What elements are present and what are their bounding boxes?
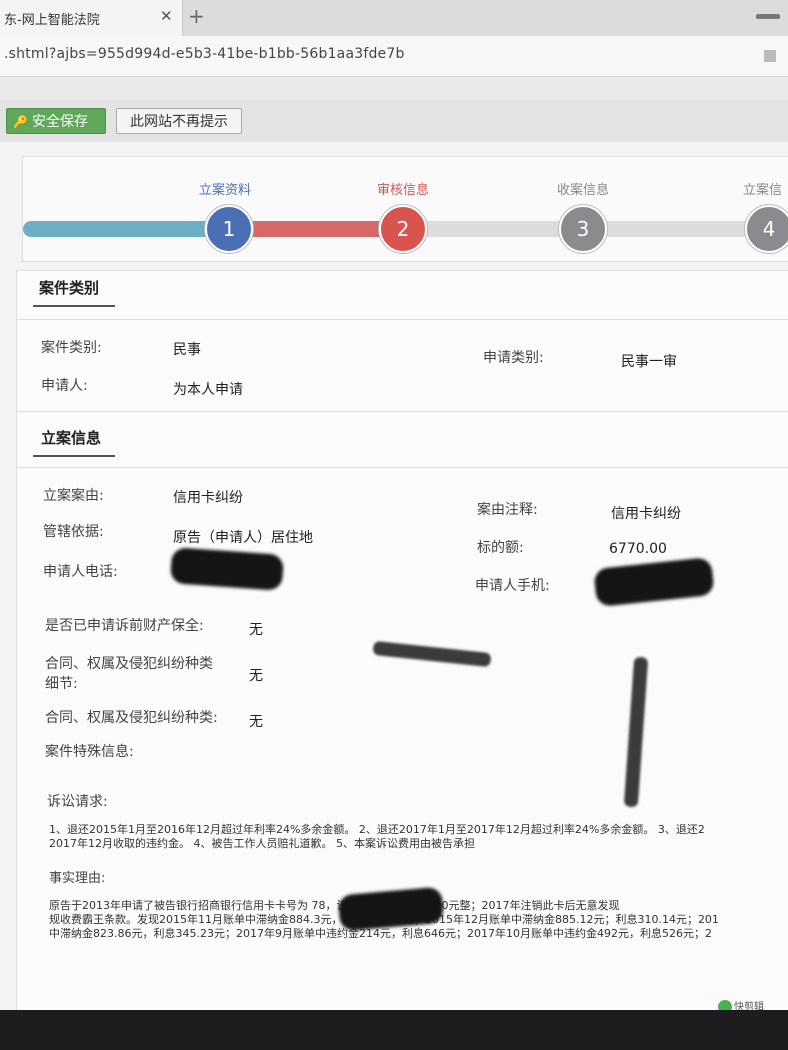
safe-save-button[interactable]: 🔑 安全保存	[6, 108, 106, 134]
step-label-1: 立案资料	[199, 183, 252, 198]
step-circle-2: 2	[379, 205, 427, 253]
case-type-label: 案件类别:	[41, 340, 102, 356]
step-label-2: 审核信息	[377, 183, 430, 198]
contract-detail-label-2: 细节:	[45, 676, 78, 692]
contract-type-label: 合同、权属及侵犯纠纷种类:	[45, 710, 218, 726]
status-text[interactable]: 快剪辑	[734, 998, 764, 1010]
contract-type-value: 无	[249, 714, 263, 730]
note-label: 案由注释:	[477, 502, 538, 518]
safe-save-label: 安全保存	[31, 114, 88, 130]
preservation-value: 无	[249, 622, 263, 638]
step-circle-4: 4	[745, 205, 788, 253]
tab-title: 东-网上智能法院	[4, 13, 100, 28]
amount-value: 6770.00	[609, 541, 667, 557]
redacted-mobile	[593, 556, 715, 608]
scribble-mark	[372, 640, 492, 668]
section-underline	[33, 305, 115, 307]
contract-detail-value: 无	[249, 668, 263, 684]
minimize-icon[interactable]	[756, 14, 780, 19]
section-divider	[17, 411, 788, 412]
new-tab-icon[interactable]: +	[188, 4, 205, 28]
cause-label: 立案案由:	[43, 488, 104, 504]
page-icon[interactable]	[764, 50, 776, 62]
applicant-label: 申请人:	[41, 378, 88, 394]
url-text[interactable]: .shtml?ajbs=955d994d-e5b3-41be-b1bb-56b1…	[4, 46, 405, 62]
address-bar[interactable]: .shtml?ajbs=955d994d-e5b3-41be-b1bb-56b1…	[0, 36, 788, 77]
note-value: 信用卡纠纷	[611, 506, 681, 522]
jurisdiction-label: 管辖依据:	[43, 524, 104, 540]
section-divider	[17, 467, 788, 468]
browser-window: 东-网上智能法院 ✕ + .shtml?ajbs=955d994d-e5b3-4…	[0, 0, 788, 1010]
facts-text-line3: 中滞纳金823.86元，利息345.23元；2017年9月账单中违约金214元，…	[49, 927, 712, 940]
section-divider	[17, 319, 788, 320]
step-label-3: 收案信息	[557, 183, 610, 198]
applicant-value: 为本人申请	[173, 382, 243, 398]
case-type-value: 民事	[173, 342, 201, 358]
cause-value: 信用卡纠纷	[173, 490, 243, 506]
password-save-bar: 🔑 安全保存 此网站不再提示	[0, 100, 788, 143]
monitor-bezel	[0, 1010, 788, 1050]
never-for-site-button[interactable]: 此网站不再提示	[116, 108, 242, 134]
preservation-label: 是否已申请诉前财产保全:	[45, 618, 204, 634]
tab-close-icon[interactable]: ✕	[160, 7, 173, 25]
amount-label: 标的额:	[477, 540, 524, 556]
jurisdiction-value: 原告（申请人）居住地	[173, 530, 313, 546]
step-circle-3: 3	[559, 205, 607, 253]
special-info-label: 案件特殊信息:	[45, 744, 134, 760]
status-check-icon[interactable]	[718, 1000, 732, 1010]
apply-type-value: 民事一审	[621, 354, 677, 370]
redacted-phone	[169, 547, 285, 591]
section-underline	[33, 455, 115, 457]
progress-bar-done	[23, 221, 223, 237]
key-icon: 🔑	[13, 115, 28, 129]
phone-label: 申请人电话:	[43, 564, 118, 580]
page-content: 立案资料 审核信息 收案信息 立案信 1 2 3 4 案件类别 案件类别: 民事…	[0, 142, 788, 1010]
contract-detail-label: 合同、权属及侵犯纠纷种类	[45, 656, 213, 672]
facts-text-line1: 原告于2013年申请了被告银行招商银行信用卡卡号为 78，该卡授信额度为3000…	[49, 899, 620, 912]
claims-text-line1: 1、退还2015年1月至2016年12月超过年利率24%多余金额。 2、退还20…	[49, 823, 705, 836]
facts-label: 事实理由:	[49, 871, 106, 886]
section-title-filing-info: 立案信息	[41, 429, 102, 447]
apply-type-label: 申请类别:	[483, 350, 544, 366]
case-form: 案件类别 案件类别: 民事 申请类别: 民事一审 申请人: 为本人申请 立案信息…	[16, 270, 788, 1010]
step-circle-1: 1	[205, 205, 253, 253]
section-title-case-category: 案件类别	[39, 279, 100, 297]
progress-steps: 立案资料 审核信息 收案信息 立案信 1 2 3 4	[22, 156, 788, 262]
claims-text-line2: 2017年12月收取的违约金。 4、被告工作人员赔礼道歉。 5、本案诉讼费用由被…	[49, 837, 475, 850]
scribble-mark	[623, 656, 649, 808]
tab-bar: 东-网上智能法院 ✕ +	[0, 0, 788, 36]
claims-label: 诉讼请求:	[47, 794, 108, 810]
mobile-label: 申请人手机:	[475, 578, 550, 594]
browser-tab[interactable]: 东-网上智能法院 ✕	[0, 0, 183, 36]
step-label-4: 立案信	[743, 183, 783, 198]
